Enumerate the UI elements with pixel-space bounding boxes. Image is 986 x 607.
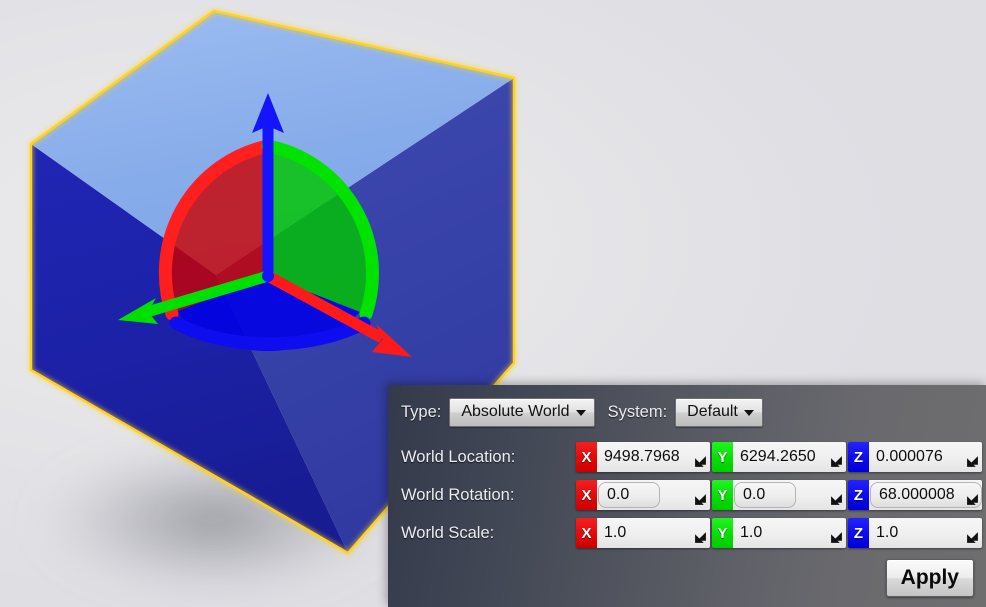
world-scale-x-input[interactable]: 1.0 [597, 518, 710, 548]
world-location-row: World Location: X 9498.7968 Y 6294.2650 [401, 441, 984, 473]
spinner-grip-icon[interactable] [694, 455, 707, 468]
spinner-grip-icon[interactable] [694, 493, 707, 506]
transform-panel: Type: Absolute World System: Default Wor… [388, 385, 986, 607]
world-scale-y-field[interactable]: Y 1.0 [712, 518, 846, 548]
app-root: Type: Absolute World System: Default Wor… [0, 0, 986, 607]
world-scale-y-value: 1.0 [733, 524, 780, 542]
axis-chip-x: X [576, 518, 597, 548]
axis-chip-z: Z [848, 518, 869, 548]
world-rotation-y-field[interactable]: Y 0.0 [712, 480, 846, 510]
world-rotation-x-input[interactable]: 0.0 [597, 480, 710, 510]
world-scale-row: World Scale: X 1.0 Y 1.0 [401, 517, 984, 549]
world-rotation-label: World Rotation: [401, 486, 576, 505]
spinner-grip-icon[interactable] [830, 493, 843, 506]
world-scale-z-field[interactable]: Z 1.0 [848, 518, 982, 548]
world-rotation-y-value: 0.0 [734, 482, 796, 508]
type-label: Type: [401, 403, 441, 422]
world-scale-x-value: 1.0 [597, 524, 644, 542]
spinner-grip-icon[interactable] [966, 493, 979, 506]
type-dropdown-value: Absolute World [461, 403, 569, 421]
world-location-x-field[interactable]: X 9498.7968 [576, 442, 710, 472]
system-label: System: [608, 403, 668, 422]
world-rotation-y-input[interactable]: 0.0 [733, 480, 846, 510]
spinner-grip-icon[interactable] [830, 531, 843, 544]
world-scale-x-field[interactable]: X 1.0 [576, 518, 710, 548]
world-location-x-input[interactable]: 9498.7968 [597, 442, 710, 472]
world-rotation-z-input[interactable]: 68.000008 [869, 480, 982, 510]
system-dropdown[interactable]: Default [675, 398, 763, 427]
system-dropdown-value: Default [687, 403, 738, 421]
axis-chip-x: X [576, 480, 597, 510]
apply-button[interactable]: Apply [886, 559, 974, 597]
spinner-grip-icon[interactable] [966, 531, 979, 544]
chevron-down-icon [576, 410, 586, 416]
world-location-x-value: 9498.7968 [597, 448, 698, 466]
axis-chip-y: Y [712, 518, 733, 548]
spinner-grip-icon[interactable] [694, 531, 707, 544]
world-scale-z-input[interactable]: 1.0 [869, 518, 982, 548]
world-scale-y-input[interactable]: 1.0 [733, 518, 846, 548]
axis-chip-x: X [576, 442, 597, 472]
world-location-z-field[interactable]: Z 0.000076 [848, 442, 982, 472]
world-rotation-x-value: 0.0 [598, 482, 660, 508]
axis-chip-z: Z [848, 480, 869, 510]
world-rotation-z-field[interactable]: Z 68.000008 [848, 480, 982, 510]
world-scale-z-value: 1.0 [869, 524, 916, 542]
spinner-grip-icon[interactable] [830, 455, 843, 468]
world-rotation-row: World Rotation: X 0.0 Y 0.0 [401, 479, 984, 511]
world-rotation-x-field[interactable]: X 0.0 [576, 480, 710, 510]
world-location-label: World Location: [401, 448, 576, 467]
world-location-z-input[interactable]: 0.000076 [869, 442, 982, 472]
world-location-y-input[interactable]: 6294.2650 [733, 442, 846, 472]
world-scale-label: World Scale: [401, 524, 576, 543]
type-dropdown[interactable]: Absolute World [449, 398, 594, 427]
axis-chip-y: Y [712, 480, 733, 510]
gizmo-center[interactable] [262, 270, 274, 282]
axis-chip-y: Y [712, 442, 733, 472]
chevron-down-icon [744, 410, 754, 416]
spinner-grip-icon[interactable] [966, 455, 979, 468]
world-location-y-value: 6294.2650 [733, 448, 834, 466]
world-location-y-field[interactable]: Y 6294.2650 [712, 442, 846, 472]
panel-header-row: Type: Absolute World System: Default [401, 395, 763, 429]
world-location-z-value: 0.000076 [869, 448, 961, 466]
axis-chip-z: Z [848, 442, 869, 472]
